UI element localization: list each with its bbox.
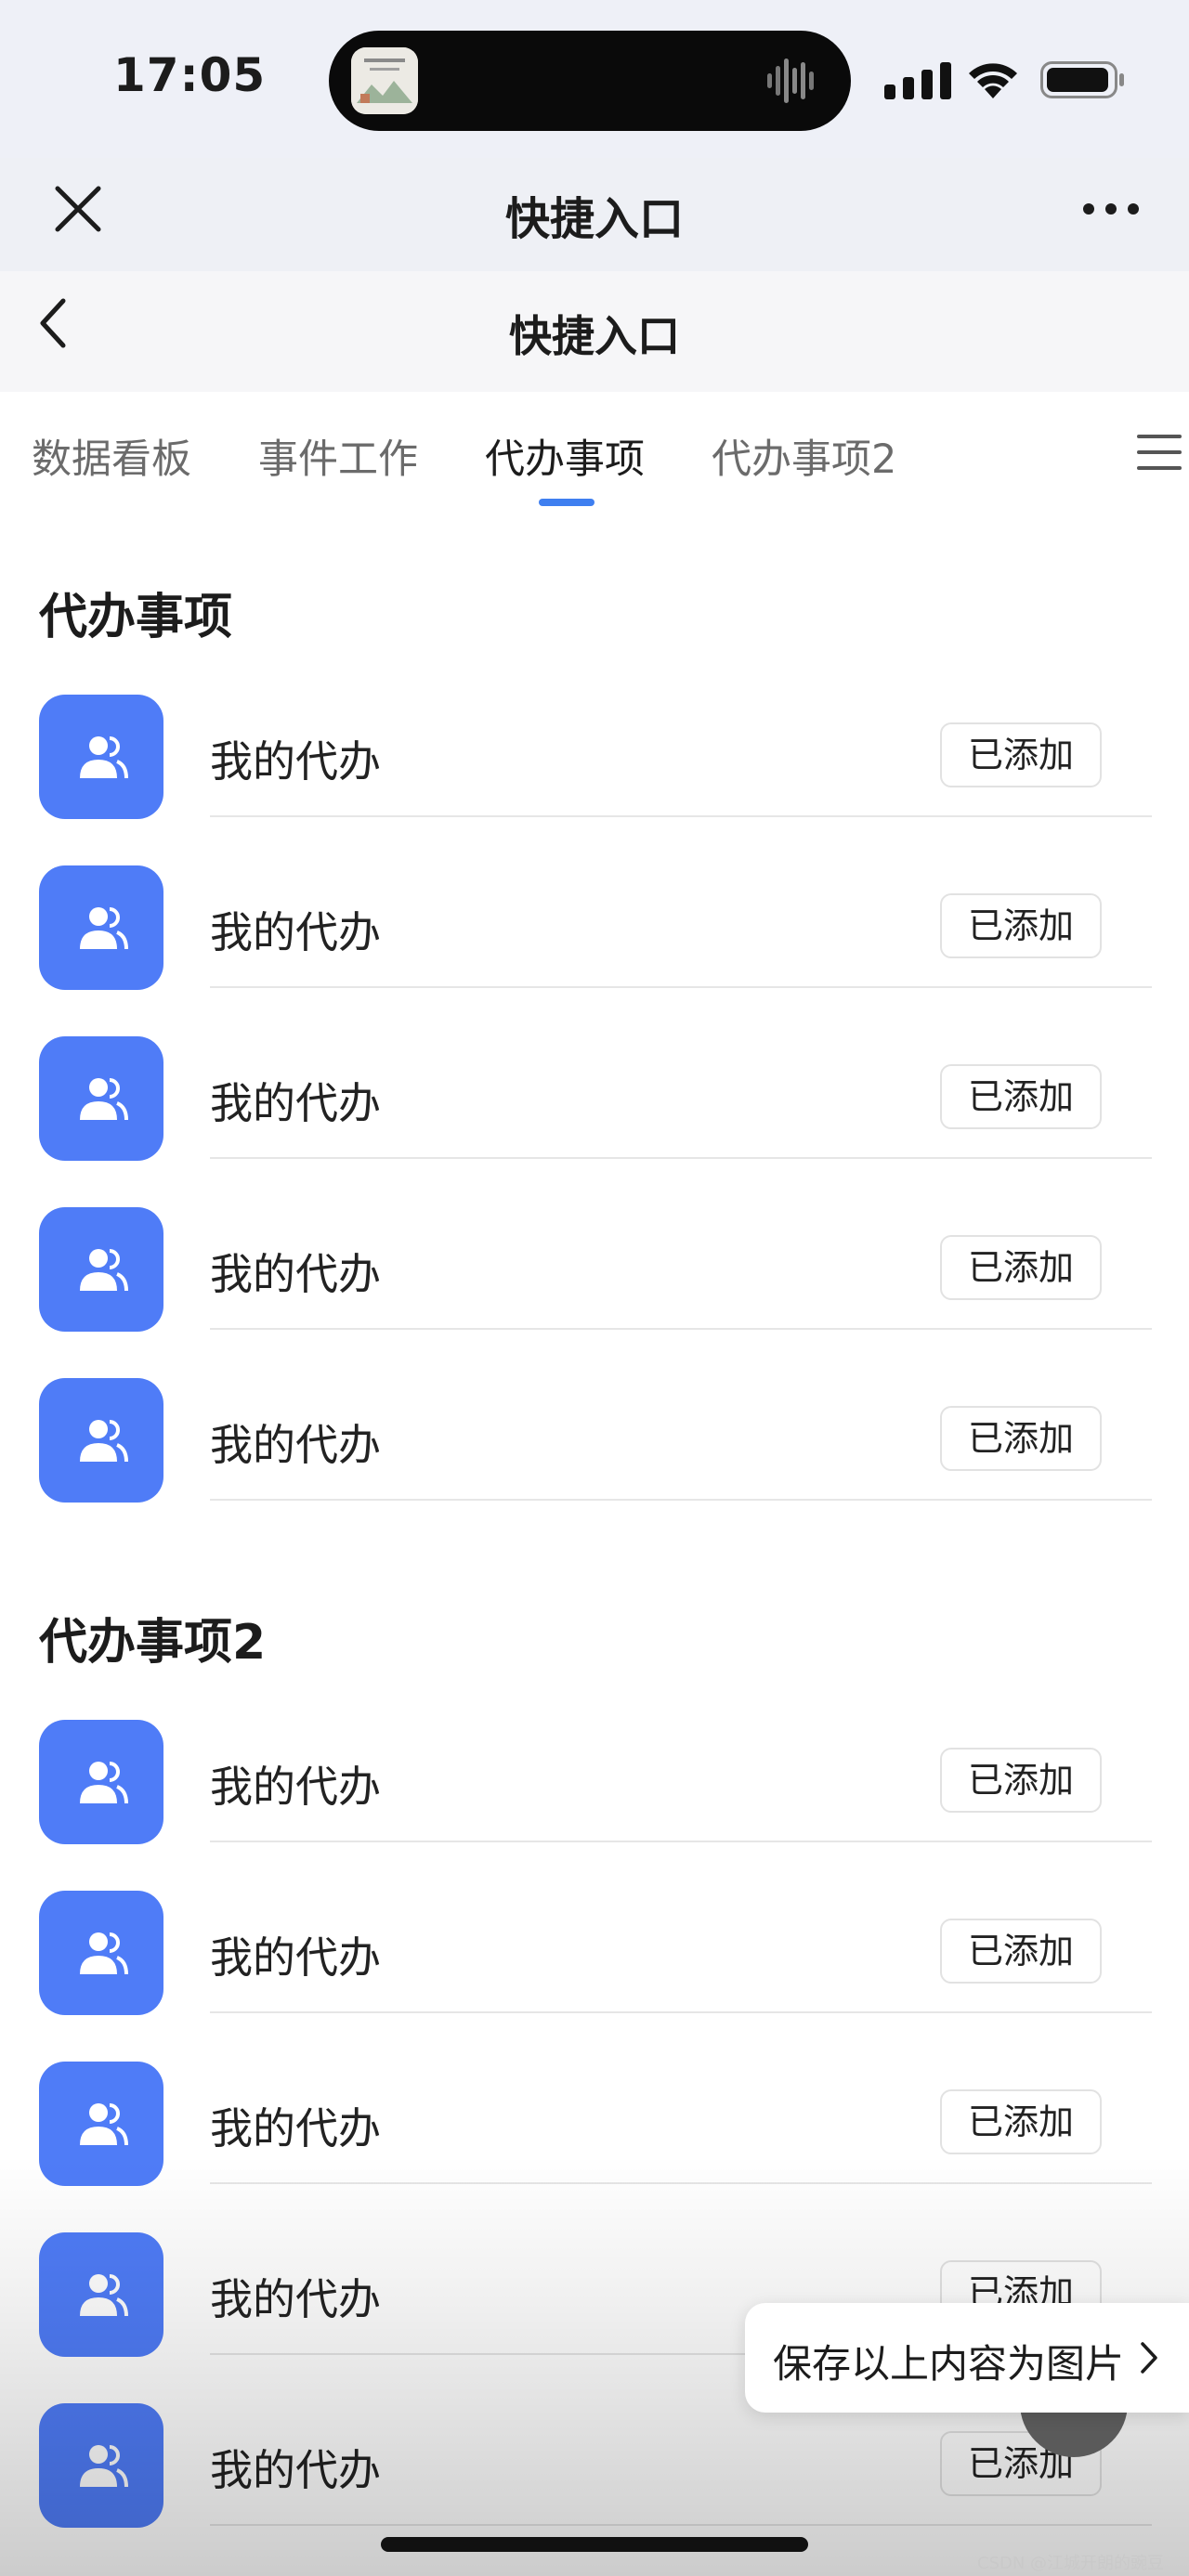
- divider: [210, 2182, 1152, 2184]
- page-title: 快捷入口: [509, 311, 680, 361]
- chevron-right-icon: [1141, 2342, 1157, 2374]
- save-as-image-toast[interactable]: 保存以上内容为图片: [745, 2303, 1189, 2413]
- app-thumbnail-icon: [351, 47, 418, 114]
- section-title-todo-2: 代办事项2: [39, 1615, 267, 1671]
- battery-icon: [1040, 61, 1124, 98]
- list-item[interactable]: 我的代办 已添加: [0, 2062, 1189, 2232]
- users-icon: [39, 1720, 163, 1844]
- added-button[interactable]: 已添加: [940, 722, 1102, 787]
- audio-wave-icon: [767, 59, 814, 103]
- added-button[interactable]: 已添加: [940, 2089, 1102, 2154]
- added-button[interactable]: 已添加: [940, 1406, 1102, 1471]
- added-button[interactable]: 已添加: [940, 893, 1102, 958]
- list-item[interactable]: 我的代办 已添加: [0, 1891, 1189, 2062]
- tab-todo-2[interactable]: 代办事项2: [712, 427, 896, 485]
- users-icon: [39, 2062, 163, 2186]
- item-label: 我的代办: [210, 2103, 381, 2153]
- users-icon: [39, 1036, 163, 1161]
- divider: [210, 1157, 1152, 1159]
- users-icon: [39, 2403, 163, 2528]
- list-item[interactable]: 我的代办 已添加: [0, 1036, 1189, 1207]
- save-as-image-label: 保存以上内容为图片: [773, 2341, 1125, 2387]
- watermark: CSDN @江城开朗的豌豆: [977, 2554, 1165, 2573]
- list-item[interactable]: 我的代办 已添加: [0, 865, 1189, 1036]
- users-icon: [39, 1207, 163, 1332]
- added-button[interactable]: 已添加: [940, 1064, 1102, 1129]
- users-icon: [39, 1891, 163, 2015]
- more-icon[interactable]: [1081, 195, 1141, 223]
- tab-todo[interactable]: 代办事项: [485, 427, 645, 485]
- added-button[interactable]: 已添加: [940, 1748, 1102, 1813]
- menu-icon[interactable]: [1137, 433, 1182, 472]
- item-label: 我的代办: [210, 2445, 381, 2495]
- users-icon: [39, 695, 163, 819]
- users-icon: [39, 2232, 163, 2357]
- list-item[interactable]: 我的代办 已添加: [0, 1378, 1189, 1549]
- list-item[interactable]: 我的代办 已添加: [0, 1720, 1189, 1891]
- miniprogram-title: 快捷入口: [504, 193, 684, 245]
- divider: [210, 1328, 1152, 1330]
- tab-event-work[interactable]: 事件工作: [258, 427, 418, 485]
- item-label: 我的代办: [210, 1249, 381, 1299]
- item-label: 我的代办: [210, 907, 381, 957]
- tab-data-board[interactable]: 数据看板: [32, 427, 191, 485]
- divider: [210, 986, 1152, 988]
- section-title-todo: 代办事项: [39, 590, 233, 645]
- divider: [210, 1499, 1152, 1501]
- cellular-signal-icon: [884, 62, 951, 99]
- dynamic-island: [329, 31, 851, 131]
- divider: [210, 1841, 1152, 1842]
- wifi-icon: [969, 63, 1017, 98]
- added-button[interactable]: 已添加: [940, 1919, 1102, 1984]
- users-icon: [39, 1378, 163, 1503]
- list-item[interactable]: 我的代办 已添加: [0, 1207, 1189, 1378]
- status-time: 17:05: [113, 48, 267, 102]
- item-label: 我的代办: [210, 1762, 381, 1812]
- divider: [210, 815, 1152, 817]
- list-item[interactable]: 我的代办 已添加: [0, 695, 1189, 865]
- home-indicator: [381, 2537, 808, 2552]
- divider: [210, 2011, 1152, 2013]
- active-tab-indicator: [539, 499, 594, 506]
- item-label: 我的代办: [210, 2274, 381, 2324]
- item-label: 我的代办: [210, 1420, 381, 1470]
- item-label: 我的代办: [210, 1932, 381, 1983]
- divider: [210, 2524, 1152, 2526]
- users-icon: [39, 865, 163, 990]
- added-button[interactable]: 已添加: [940, 1235, 1102, 1300]
- item-label: 我的代办: [210, 1078, 381, 1128]
- item-label: 我的代办: [210, 736, 381, 787]
